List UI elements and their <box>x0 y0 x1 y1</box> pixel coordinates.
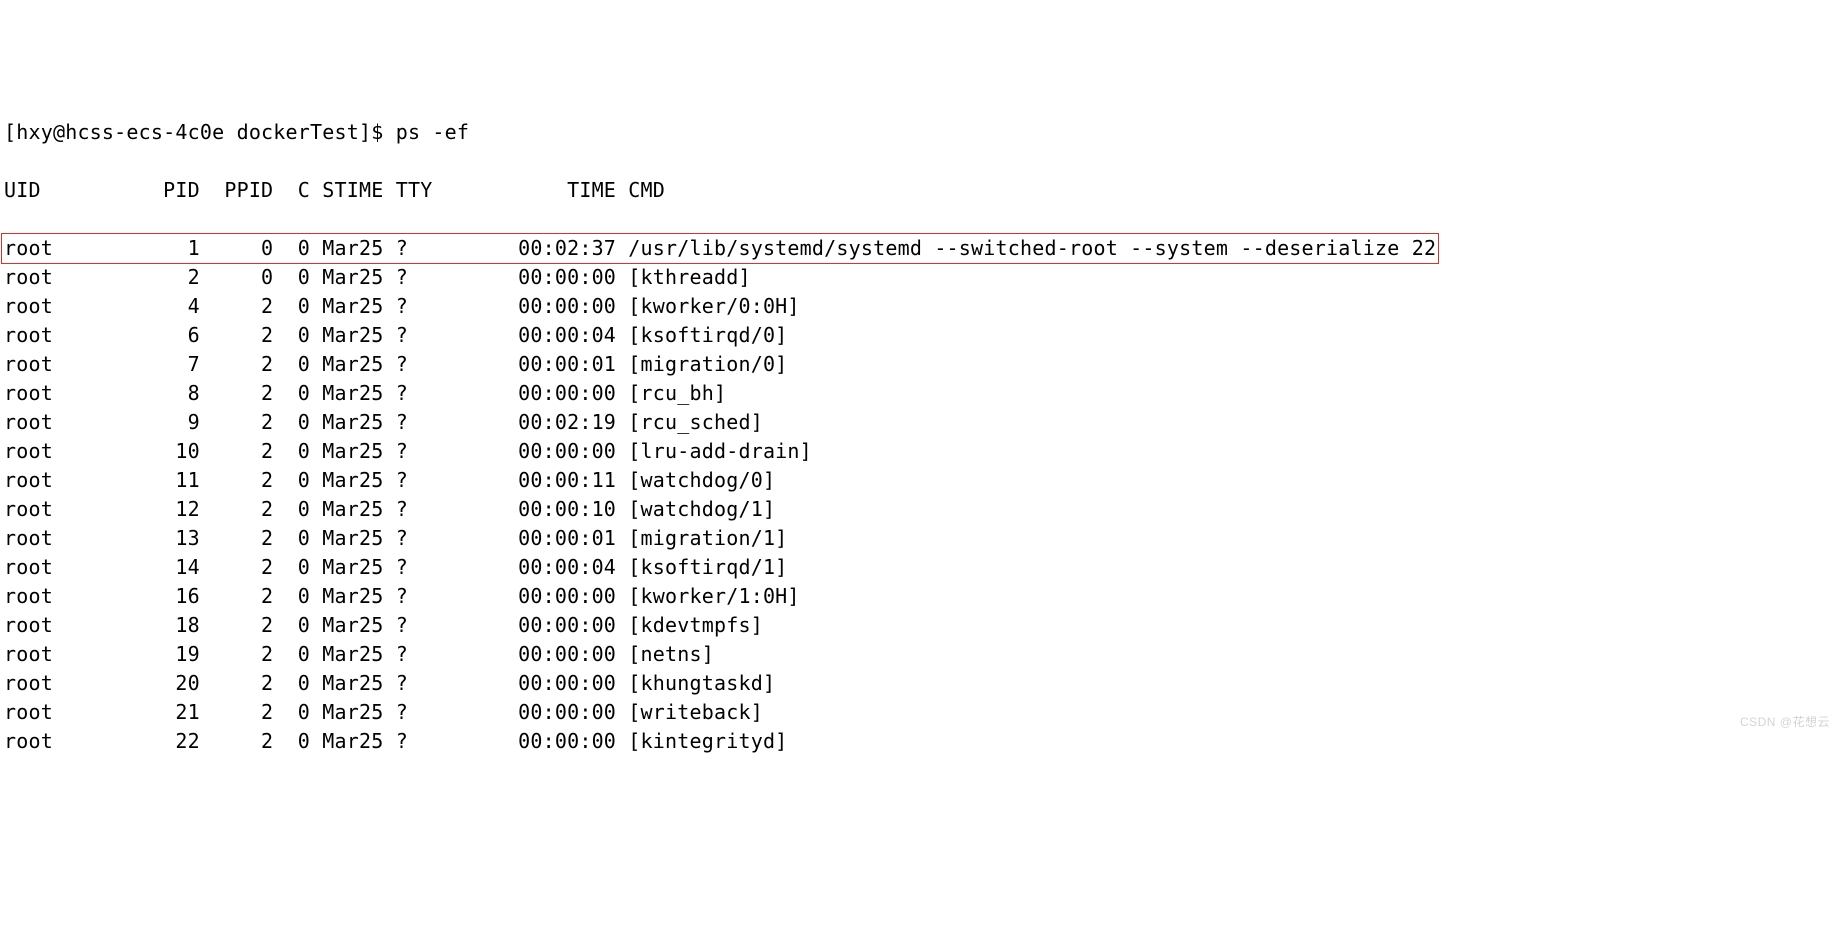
ps-header: UID PID PPID C STIME TTY TIME CMD <box>4 176 1838 205</box>
ps-rows: root 1 0 0 Mar25 ? 00:02:37 /usr/lib/sys… <box>4 234 1838 756</box>
table-row: root 4 2 0 Mar25 ? 00:00:00 [kworker/0:0… <box>4 292 1838 321</box>
table-row: root 16 2 0 Mar25 ? 00:00:00 [kworker/1:… <box>4 582 1838 611</box>
table-row: root 20 2 0 Mar25 ? 00:00:00 [khungtaskd… <box>4 669 1838 698</box>
table-row: root 1 0 0 Mar25 ? 00:02:37 /usr/lib/sys… <box>4 234 1838 263</box>
table-row: root 19 2 0 Mar25 ? 00:00:00 [netns] <box>4 640 1838 669</box>
table-row: root 6 2 0 Mar25 ? 00:00:04 [ksoftirqd/0… <box>4 321 1838 350</box>
table-row: root 21 2 0 Mar25 ? 00:00:00 [writeback] <box>4 698 1838 727</box>
table-row: root 13 2 0 Mar25 ? 00:00:01 [migration/… <box>4 524 1838 553</box>
table-row: root 10 2 0 Mar25 ? 00:00:00 [lru-add-dr… <box>4 437 1838 466</box>
terminal-prompt: [hxy@hcss-ecs-4c0e dockerTest]$ ps -ef <box>4 118 1838 147</box>
table-row: root 2 0 0 Mar25 ? 00:00:00 [kthreadd] <box>4 263 1838 292</box>
table-row: root 22 2 0 Mar25 ? 00:00:00 [kintegrity… <box>4 727 1838 756</box>
table-row: root 14 2 0 Mar25 ? 00:00:04 [ksoftirqd/… <box>4 553 1838 582</box>
table-row: root 7 2 0 Mar25 ? 00:00:01 [migration/0… <box>4 350 1838 379</box>
table-row: root 12 2 0 Mar25 ? 00:00:10 [watchdog/1… <box>4 495 1838 524</box>
watermark: CSDN @花想云 <box>1740 714 1830 731</box>
table-row: root 9 2 0 Mar25 ? 00:02:19 [rcu_sched] <box>4 408 1838 437</box>
table-row: root 11 2 0 Mar25 ? 00:00:11 [watchdog/0… <box>4 466 1838 495</box>
highlighted-row: root 1 0 0 Mar25 ? 00:02:37 /usr/lib/sys… <box>1 233 1439 264</box>
table-row: root 18 2 0 Mar25 ? 00:00:00 [kdevtmpfs] <box>4 611 1838 640</box>
table-row: root 8 2 0 Mar25 ? 00:00:00 [rcu_bh] <box>4 379 1838 408</box>
